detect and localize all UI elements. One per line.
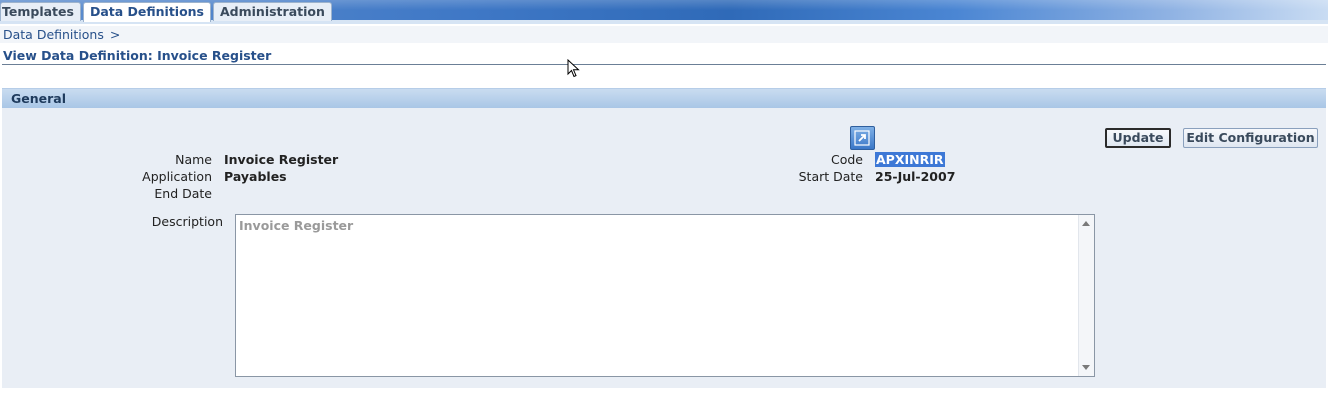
title-divider (2, 64, 1326, 65)
external-link-icon[interactable] (850, 126, 875, 150)
application-value: Payables (224, 169, 287, 184)
scroll-down-icon[interactable] (1082, 365, 1090, 370)
tab-administration[interactable]: Administration (213, 2, 332, 21)
general-section-title: General (11, 91, 66, 106)
name-label: Name (175, 152, 212, 167)
breadcrumb: Data Definitions > (3, 27, 120, 42)
description-label: Description (151, 214, 223, 229)
breadcrumb-link-data-definitions[interactable]: Data Definitions (3, 27, 104, 42)
code-label: Code (830, 152, 863, 167)
scroll-up-icon[interactable] (1082, 221, 1090, 226)
mouse-pointer-icon (567, 59, 580, 78)
page-title: View Data Definition: Invoice Register (3, 48, 272, 63)
global-tab-bar: Templates Data Definitions Administratio… (0, 0, 1328, 24)
end-date-label: End Date (154, 186, 212, 201)
breadcrumb-bar: Data Definitions > (0, 26, 1328, 43)
page: Templates Data Definitions Administratio… (0, 0, 1328, 399)
start-date-label: Start Date (798, 169, 863, 184)
tab-list: Templates Data Definitions Administratio… (0, 2, 334, 22)
start-date-value: 25-Jul-2007 (875, 169, 956, 184)
breadcrumb-separator: > (109, 27, 121, 42)
description-text: Invoice Register (239, 218, 354, 233)
general-section-header: General (2, 88, 1326, 108)
tab-templates[interactable]: Templates (0, 2, 81, 21)
edit-configuration-button[interactable]: Edit Configuration (1183, 128, 1318, 148)
description-scrollbar[interactable] (1078, 215, 1094, 376)
update-button[interactable]: Update (1105, 128, 1171, 148)
name-value: Invoice Register (224, 152, 339, 167)
code-value: APXINRIR (875, 152, 945, 167)
tab-data-definitions[interactable]: Data Definitions (82, 2, 211, 22)
description-textarea[interactable]: Invoice Register (235, 214, 1095, 377)
application-label: Application (142, 169, 212, 184)
